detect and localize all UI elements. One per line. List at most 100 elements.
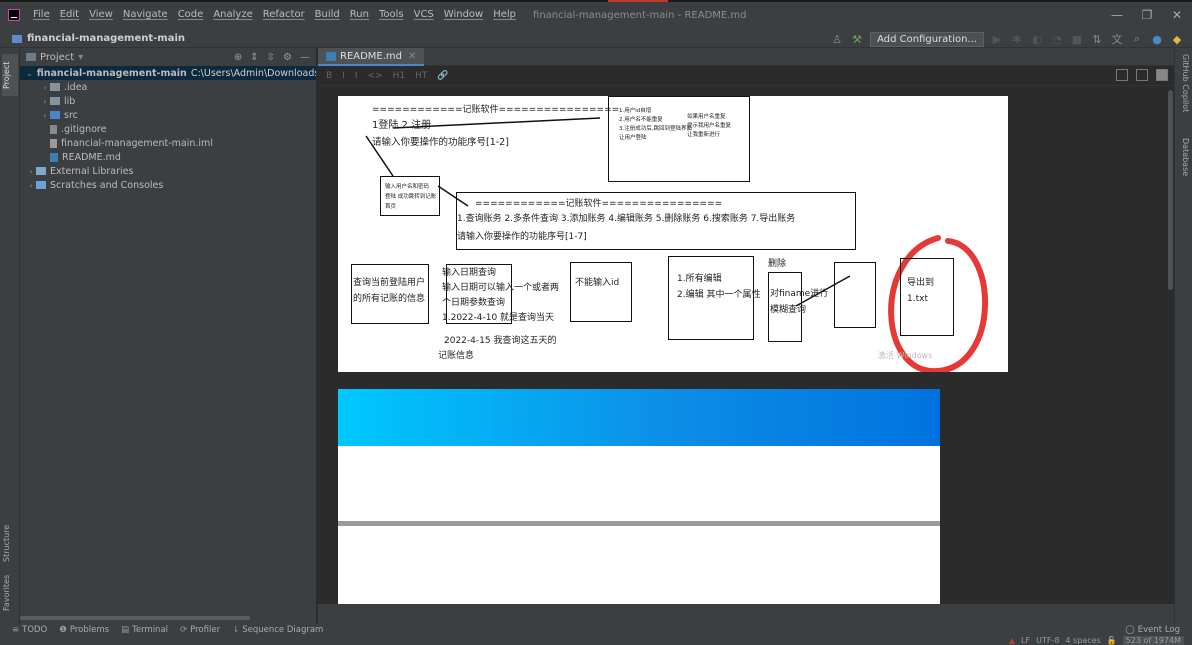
tree-item[interactable]: financial-management-main.iml xyxy=(20,136,316,150)
login-note-line: 登陆 成功跳转到记账 xyxy=(385,194,437,200)
tree-item[interactable]: › lib xyxy=(20,94,316,108)
menu-file[interactable]: File xyxy=(28,0,55,30)
memory-indicator[interactable]: 523 of 1974M xyxy=(1122,636,1184,645)
editor-scrollbar[interactable] xyxy=(1167,86,1174,604)
project-panel-scrollbar[interactable] xyxy=(20,616,250,620)
event-log-button[interactable]: ◯ Event Log xyxy=(1125,624,1180,636)
menu-refactor[interactable]: Refactor xyxy=(258,0,310,30)
menu-tools[interactable]: Tools xyxy=(374,0,409,30)
add-configuration-button[interactable]: Add Configuration... xyxy=(870,31,984,47)
project-view-selector[interactable]: Project xyxy=(40,52,74,63)
tool-window-todo[interactable]: ≡ TODO xyxy=(12,625,47,635)
login-note-box: 输入用户名和密码 登陆 成功跳转到记账 首页 xyxy=(380,176,440,216)
menu-run[interactable]: Run xyxy=(345,0,374,30)
translate-icon[interactable]: 文 xyxy=(1110,31,1124,47)
expand-all-icon[interactable]: ⇕ xyxy=(250,52,258,63)
warning-icon[interactable]: ▲ xyxy=(1009,636,1015,645)
markdown-tool-2[interactable]: I xyxy=(355,71,358,81)
chevron-icon[interactable]: › xyxy=(40,83,50,92)
tool-window-profiler[interactable]: ⟳ Profiler xyxy=(180,625,220,635)
coverage-icon[interactable]: ◐ xyxy=(1030,33,1044,46)
gray-divider xyxy=(338,521,940,526)
profile-icon[interactable]: ◔ xyxy=(1050,33,1064,46)
menu-edit[interactable]: Edit xyxy=(55,0,84,30)
editor-scrollbar-thumb[interactable] xyxy=(1168,90,1173,290)
indent-widget[interactable]: 4 spaces xyxy=(1065,636,1100,645)
copilot-tool-tab[interactable]: GitHub Copilot xyxy=(1178,54,1190,112)
close-tab-icon[interactable]: ✕ xyxy=(408,51,416,62)
close-button[interactable]: ✕ xyxy=(1162,0,1192,30)
markdown-tool-6[interactable]: 🔗 xyxy=(437,71,448,81)
account-icon[interactable]: ♙ xyxy=(830,33,844,46)
chevron-icon[interactable]: › xyxy=(26,167,36,176)
project-tool-tab[interactable]: Project xyxy=(2,54,18,96)
vcs-icon[interactable]: ⇅ xyxy=(1090,33,1104,46)
status-widgets: ▲ LF UTF-8 4 spaces 🔓 523 of 1974M xyxy=(1009,636,1184,645)
split-view-icon[interactable] xyxy=(1136,69,1148,81)
locate-icon[interactable]: ⊕ xyxy=(234,52,242,63)
menu-build[interactable]: Build xyxy=(310,0,345,30)
hide-panel-icon[interactable]: — xyxy=(300,52,310,63)
menu-code[interactable]: Code xyxy=(173,0,209,30)
tab-readme-label: README.md xyxy=(340,50,403,62)
tree-item[interactable]: › src xyxy=(20,108,316,122)
search-icon[interactable]: ⌕ xyxy=(1130,32,1144,46)
maximize-button[interactable]: ❐ xyxy=(1132,0,1162,30)
favorites-tool-tab[interactable]: Favorites xyxy=(2,568,18,618)
multi-query-line: 1.2022-4-10 就是查询当天 xyxy=(442,313,555,323)
menu-analyze[interactable]: Analyze xyxy=(208,0,257,30)
plugin-icon[interactable]: ◆ xyxy=(1170,33,1184,46)
markdown-tool-5[interactable]: HT xyxy=(415,71,427,81)
stop-icon[interactable]: ■ xyxy=(1070,33,1084,46)
tool-window-problems[interactable]: ❶ Problems xyxy=(59,625,109,635)
menu-window[interactable]: Window xyxy=(439,0,488,30)
encoding-widget[interactable]: UTF-8 xyxy=(1036,636,1059,645)
markdown-tool-4[interactable]: H1 xyxy=(393,71,406,81)
tree-item[interactable]: › Scratches and Consoles xyxy=(20,178,316,192)
lock-icon[interactable]: 🔓 xyxy=(1107,636,1117,645)
gear-icon[interactable]: ⚙ xyxy=(283,52,292,63)
tree-item[interactable]: › .idea xyxy=(20,80,316,94)
chevron-icon[interactable]: › xyxy=(40,97,50,106)
minimize-button[interactable]: — xyxy=(1102,0,1132,30)
markdown-tool-0[interactable]: B xyxy=(326,71,332,81)
markdown-tool-3[interactable]: <> xyxy=(368,71,383,81)
menu-vcs[interactable]: VCS xyxy=(409,0,439,30)
chevron-icon[interactable]: › xyxy=(26,181,36,190)
tree-item[interactable]: › External Libraries xyxy=(20,164,316,178)
build-hammer-icon[interactable]: ⚒ xyxy=(850,33,864,46)
search-text: 对finame进行 模糊查询 xyxy=(770,286,828,318)
line-ending-widget[interactable]: LF xyxy=(1021,636,1030,645)
database-tool-tab[interactable]: Database xyxy=(1178,138,1190,176)
editor-only-icon[interactable] xyxy=(1116,69,1128,81)
tree-item[interactable]: ⌄ financial-management-main C:\Users\Admin… xyxy=(20,66,316,80)
chevron-icon[interactable]: ⌄ xyxy=(26,69,33,78)
search-line: 模糊查询 xyxy=(770,305,807,315)
tree-item[interactable]: README.md xyxy=(20,150,316,164)
run-icon[interactable]: ▶ xyxy=(990,33,1004,46)
project-view-icon xyxy=(26,53,36,61)
breadcrumb-project[interactable]: financial-management-main xyxy=(27,33,185,44)
tool-window-label: Sequence Diagram xyxy=(242,625,324,635)
collapse-all-icon[interactable]: ⇳ xyxy=(267,52,275,63)
tab-readme[interactable]: README.md ✕ xyxy=(318,48,425,66)
tree-item-label: Scratches and Consoles xyxy=(50,179,164,191)
tool-window-terminal[interactable]: ▤ Terminal xyxy=(121,625,168,635)
update-icon[interactable]: ● xyxy=(1150,33,1164,46)
tool-window-sequence-diagram[interactable]: ⇂ Sequence Diagram xyxy=(232,625,323,635)
bottom-tool-tabs: ≡ TODO ❶ Problems ▤ Terminal ⟳ Profiler ⇂ Sequenc… xyxy=(0,625,323,635)
menu-navigate[interactable]: Navigate xyxy=(118,0,173,30)
main-menu-box: ============记账软件================ 1.查询账务 … xyxy=(456,192,856,250)
markdown-tool-1[interactable]: I xyxy=(342,71,345,81)
tree-item[interactable]: .gitignore xyxy=(20,122,316,136)
preview-only-icon[interactable] xyxy=(1156,69,1168,81)
chevron-icon[interactable]: › xyxy=(40,111,50,120)
chevron-down-icon[interactable]: ▾ xyxy=(78,52,83,63)
menu-help[interactable]: Help xyxy=(488,0,521,30)
register-note-line: 2.用户名不能重复 xyxy=(619,117,663,123)
readme-diagram-image: ============记账软件================ 1登陆 2.注… xyxy=(338,96,1008,372)
tree-item-label: README.md xyxy=(62,151,121,163)
menu-view[interactable]: View xyxy=(84,0,118,30)
multi-query-line: 记账信息 xyxy=(438,351,475,361)
debug-icon[interactable]: ✱ xyxy=(1010,33,1024,46)
